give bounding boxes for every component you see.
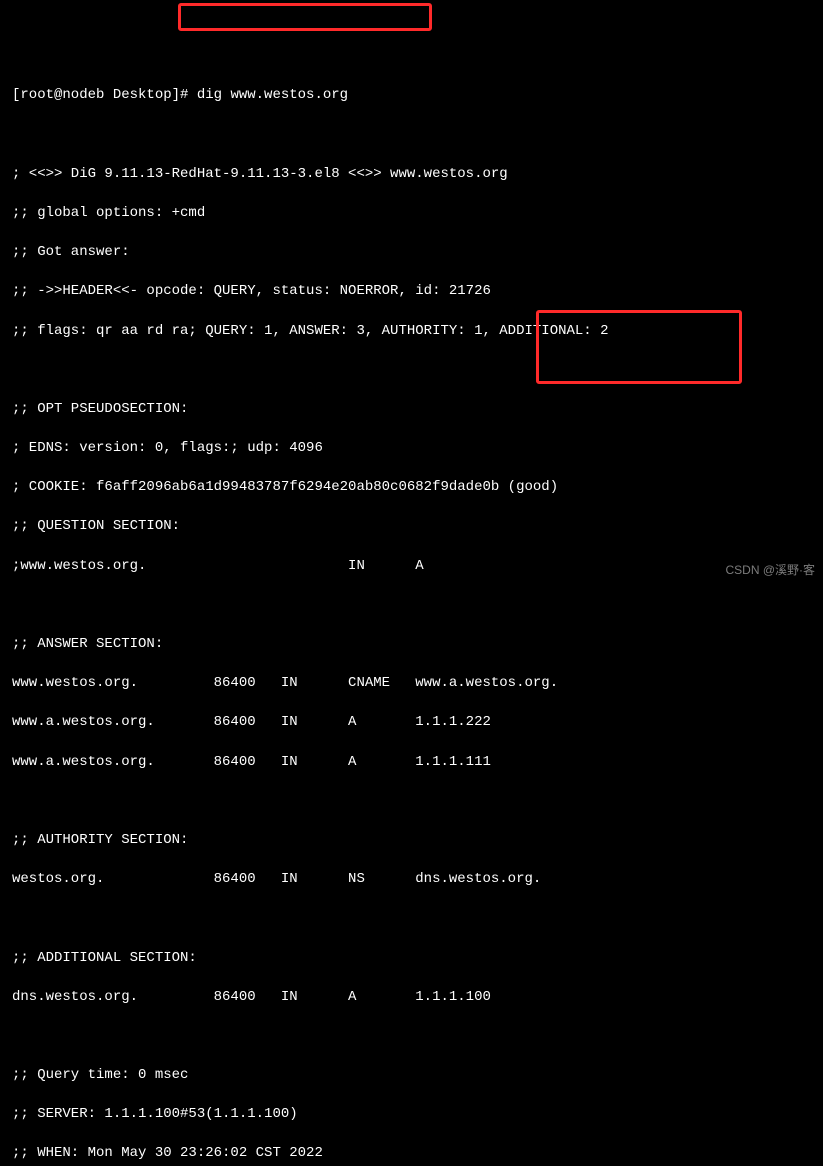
opt-edns: ; EDNS: version: 0, flags:; udp: 4096 <box>12 439 811 459</box>
server-line: ;; SERVER: 1.1.1.100#53(1.1.1.100) <box>12 1105 811 1125</box>
prompt-line[interactable]: [root@nodeb Desktop]# dig www.westos.org <box>12 86 811 106</box>
answer-row: www.a.westos.org. 86400 IN A 1.1.1.222 <box>12 713 811 733</box>
question-title: ;; QUESTION SECTION: <box>12 517 811 537</box>
additional-title: ;; ADDITIONAL SECTION: <box>12 949 811 969</box>
question-row: ;www.westos.org. IN A <box>12 557 811 577</box>
opt-title: ;; OPT PSEUDOSECTION: <box>12 400 811 420</box>
flags-line: ;; flags: qr aa rd ra; QUERY: 1, ANSWER:… <box>12 322 811 342</box>
blank-line <box>12 361 811 381</box>
prompt-prefix: [root@nodeb Desktop]# <box>12 87 197 103</box>
watermark: CSDN @溪野·客 <box>725 562 815 579</box>
when-line: ;; WHEN: Mon May 30 23:26:02 CST 2022 <box>12 1144 811 1164</box>
opt-cookie: ; COOKIE: f6aff2096ab6a1d99483787f6294e2… <box>12 478 811 498</box>
answer-title: ;; ANSWER SECTION: <box>12 635 811 655</box>
blank-line <box>12 126 811 146</box>
blank-line <box>12 792 811 812</box>
answer-row: www.westos.org. 86400 IN CNAME www.a.wes… <box>12 674 811 694</box>
additional-row: dns.westos.org. 86400 IN A 1.1.1.100 <box>12 988 811 1008</box>
dig-banner: ; <<>> DiG 9.11.13-RedHat-9.11.13-3.el8 … <box>12 165 811 185</box>
answer-row: www.a.westos.org. 86400 IN A 1.1.1.111 <box>12 753 811 773</box>
authority-title: ;; AUTHORITY SECTION: <box>12 831 811 851</box>
blank-line <box>12 1027 811 1047</box>
header-status: ;; ->>HEADER<<- opcode: QUERY, status: N… <box>12 282 811 302</box>
blank-line <box>12 909 811 929</box>
authority-row: westos.org. 86400 IN NS dns.westos.org. <box>12 870 811 890</box>
command-text: dig www.westos.org <box>197 87 348 103</box>
highlight-command <box>178 3 432 31</box>
global-options: ;; global options: +cmd <box>12 204 811 224</box>
got-answer: ;; Got answer: <box>12 243 811 263</box>
blank-line <box>12 596 811 616</box>
query-time: ;; Query time: 0 msec <box>12 1066 811 1086</box>
